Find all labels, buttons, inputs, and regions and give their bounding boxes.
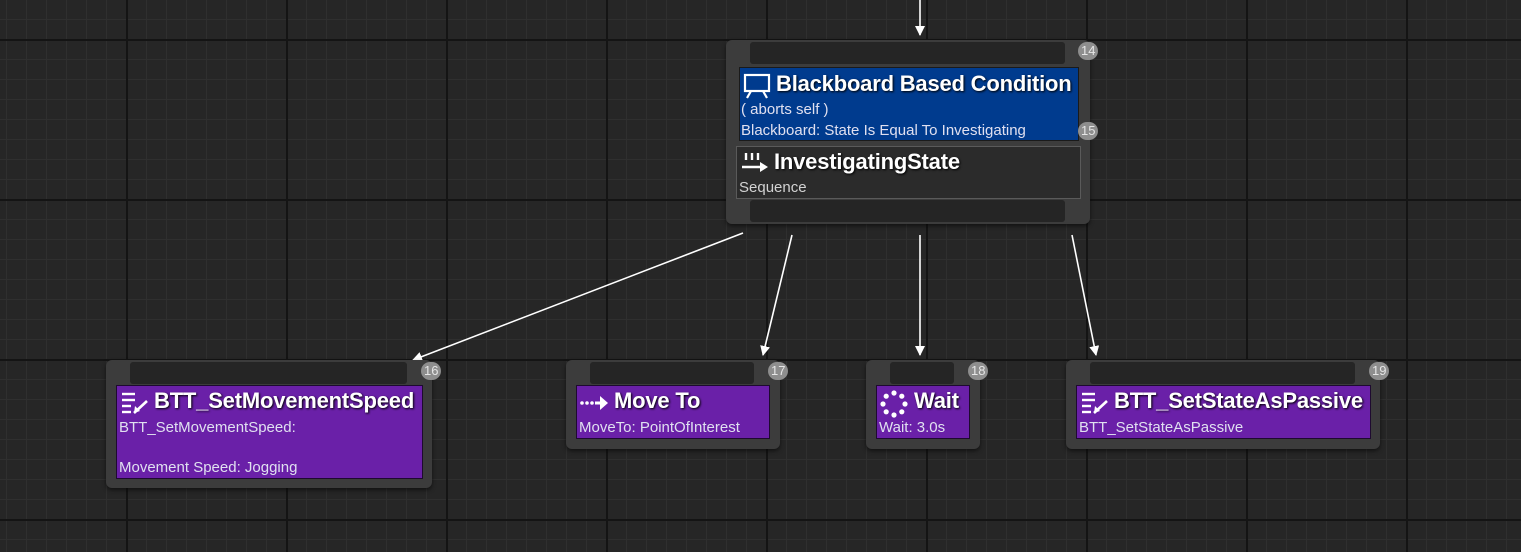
task-description: Wait: 3.0s (879, 419, 946, 436)
wait-icon (880, 390, 908, 418)
wait-node[interactable]: 18 Wait Wait: 3.0s (866, 360, 989, 449)
wire-to-set-movement-speed (412, 232, 744, 362)
input-pin[interactable] (130, 362, 407, 384)
blueprint-task-icon (122, 392, 148, 414)
task-title: Wait (914, 388, 959, 413)
node-index-badge: 14 (1078, 42, 1099, 60)
task-description: BTT_SetStateAsPassive (1079, 419, 1244, 436)
task-title: BTT_SetStateAsPassive (1114, 388, 1363, 413)
input-pin[interactable] (1090, 362, 1355, 384)
task-body[interactable]: BTT_SetStateAsPassive BTT_SetStateAsPass… (1076, 385, 1371, 439)
wire-to-set-state-as-passive (1071, 234, 1100, 356)
task-body[interactable]: Move To MoveTo: PointOfInterest (576, 385, 770, 439)
task-description-2: Movement Speed: Jogging (119, 459, 298, 476)
sequence-icon (742, 153, 768, 172)
decorator-index-badge: 15 (1078, 122, 1099, 140)
composite-subtitle: Sequence (739, 179, 807, 196)
task-description: BTT_SetMovementSpeed: (119, 419, 296, 436)
task-body[interactable]: Wait Wait: 3.0s (876, 385, 970, 439)
sequence-body[interactable]: InvestigatingState Sequence (736, 146, 1081, 199)
blackboard-decorator[interactable]: Blackboard Based Condition ( aborts self… (739, 67, 1079, 141)
composite-title: InvestigatingState (774, 149, 960, 174)
input-pin[interactable] (590, 362, 754, 384)
set-movement-speed-node[interactable]: 16 BTT_SetMovementSpeed BTT_SetMovementS… (106, 360, 442, 488)
output-pin[interactable] (750, 200, 1065, 222)
decorator-title: Blackboard Based Condition (776, 71, 1072, 96)
task-body[interactable]: BTT_SetMovementSpeed BTT_SetMovementSpee… (116, 385, 423, 479)
input-pin[interactable] (750, 42, 1065, 64)
move-to-icon (580, 396, 608, 410)
input-pin[interactable] (890, 362, 954, 384)
blueprint-task-icon (1082, 392, 1108, 414)
blackboard-icon (743, 73, 771, 99)
task-description: MoveTo: PointOfInterest (579, 419, 740, 436)
decorator-aborts: ( aborts self ) (741, 101, 829, 118)
node-index-badge: 18 (968, 362, 989, 380)
node-index-badge: 19 (1369, 362, 1390, 380)
node-index-badge: 16 (421, 362, 442, 380)
task-title: Move To (614, 388, 701, 413)
move-to-node[interactable]: 17 Move To MoveTo: PointOfInterest (566, 360, 789, 449)
set-state-as-passive-node[interactable]: 19 BTT_SetStateAsPassive BTT_SetStateAsP… (1066, 360, 1390, 449)
task-title: BTT_SetMovementSpeed (154, 388, 415, 413)
investigating-state-node[interactable]: 14 Blackboard Based Condition ( aborts s… (726, 40, 1099, 224)
wire-to-move-to (760, 234, 793, 356)
node-index-badge: 17 (768, 362, 789, 380)
decorator-description: Blackboard: State Is Equal To Investigat… (741, 122, 1026, 139)
